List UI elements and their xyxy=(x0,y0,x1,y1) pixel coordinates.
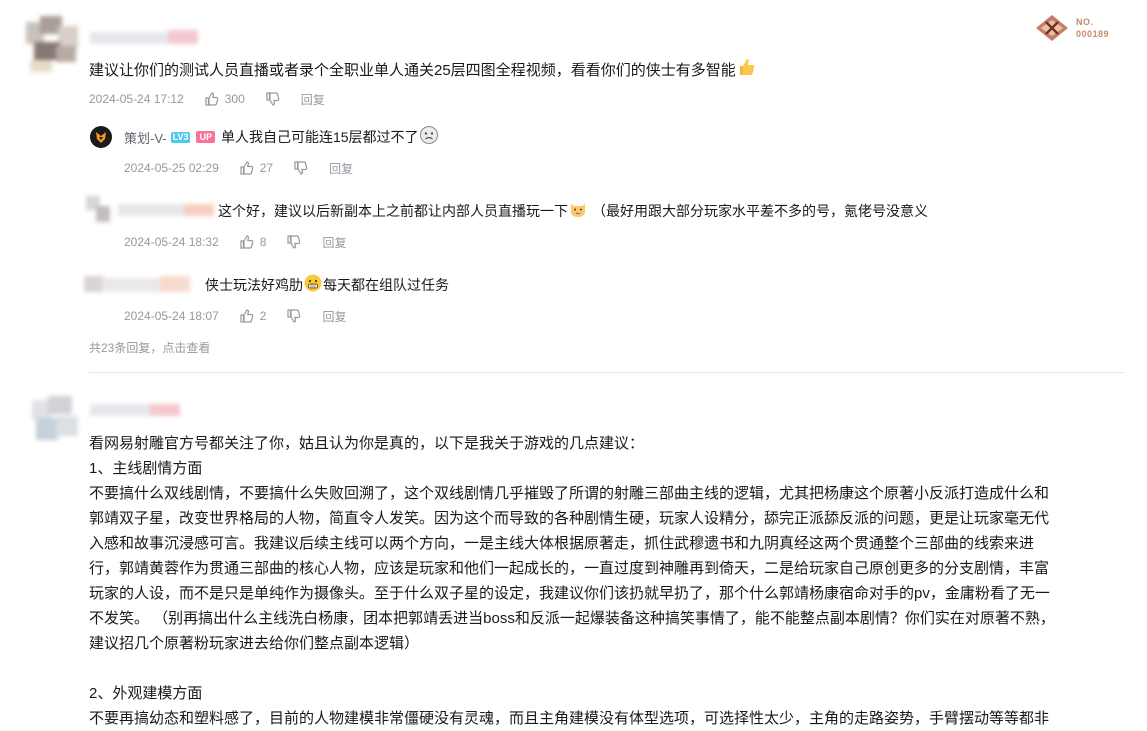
reply-button[interactable]: 回复 xyxy=(329,160,353,177)
dislike-icon xyxy=(287,235,301,249)
reply-meta: 2024-05-24 18:32 8 回复 xyxy=(124,233,346,251)
comment-line: 2、外观建模方面 xyxy=(89,685,203,702)
level-badge: LV3 xyxy=(170,131,191,143)
reply-date: 2024-05-24 18:07 xyxy=(124,309,219,323)
avatar[interactable] xyxy=(90,126,112,148)
avatar[interactable] xyxy=(26,16,78,72)
comment-line xyxy=(89,656,1055,681)
dislike-icon xyxy=(266,92,280,106)
comment-body: 看网易射雕官方号都关注了你，姑且认为你是真的，以下是我关于游戏的几点建议： 1、… xyxy=(89,431,1055,731)
dislike-button[interactable] xyxy=(286,308,302,324)
like-icon xyxy=(240,161,254,175)
reply-text-continued: 每天都在组队过任务 xyxy=(323,277,449,293)
avatar[interactable] xyxy=(86,196,112,226)
reply-username[interactable] xyxy=(118,204,216,218)
like-count: 300 xyxy=(224,92,245,106)
dislike-icon xyxy=(294,161,308,175)
comment-body: 建议让你们的测试人员直播或者录个全职业单人通关25层四图全程视频，看看你们的侠士… xyxy=(89,61,736,79)
dislike-button[interactable] xyxy=(293,160,309,176)
avatar[interactable] xyxy=(32,396,80,446)
comment-line: 玩家的人设，而不是只是单纯作为摄像头。至于什么双子星的设定，我建议你们该扔就早扔… xyxy=(89,585,1050,602)
comment-line: 入感和故事沉浸感可言。我建议后续主线可以两个方向，一是主线大体根据原著走，抓住武… xyxy=(89,535,1035,552)
thumbs-up-icon xyxy=(736,57,756,85)
reply-header: 策划-V- LV3 UP 单人我自己可能连15层都过不了 xyxy=(124,125,439,150)
like-button[interactable]: 300 xyxy=(204,91,245,107)
reply-username[interactable]: 策划-V- xyxy=(124,128,167,147)
comment-date: 2024-05-24 17:12 xyxy=(89,92,184,106)
cat-face-icon xyxy=(568,199,588,224)
comment-line: 行，郭靖黄蓉作为贯通三部曲的核心人物，应该是玩家和他们一起成长的，一直过度到神雕… xyxy=(89,560,1050,577)
sad-face-icon xyxy=(419,125,439,150)
comment-line: 郭靖双子星，改变世界格局的人物，简直令人发笑。因为这个而导致的各种剧情生硬，玩家… xyxy=(89,510,1050,527)
badge-line1: NO. xyxy=(1076,17,1094,27)
reply-date: 2024-05-24 18:32 xyxy=(124,235,219,249)
reply-meta: 2024-05-24 18:07 2 回复 xyxy=(124,307,346,325)
reply-meta: 2024-05-25 02:29 27 回复 xyxy=(124,159,353,177)
reply-button[interactable]: 回复 xyxy=(322,308,346,325)
badge-line2: 000189 xyxy=(1076,29,1110,39)
comment-line: 看网易射雕官方号都关注了你，姑且认为你是真的，以下是我关于游戏的几点建议： xyxy=(89,435,645,452)
dislike-button[interactable] xyxy=(265,91,281,107)
comment-line: 不要再搞幼态和塑料感了，目前的人物建模非常僵硬没有灵魂，而且主角建模没有体型选项… xyxy=(89,710,1050,727)
reply-text: 侠士玩法好鸡肋 xyxy=(205,277,303,293)
reply-text: 这个好，建议以后新副本上之前都让内部人员直播玩一下 xyxy=(218,203,568,219)
like-button[interactable]: 8 xyxy=(239,234,267,250)
username[interactable] xyxy=(90,30,200,46)
dislike-icon xyxy=(287,309,301,323)
comment-meta: 2024-05-24 17:12 300 回复 xyxy=(89,90,325,108)
like-count: 2 xyxy=(259,309,267,323)
avatar[interactable] xyxy=(84,274,192,296)
fox-logo-icon xyxy=(96,132,106,143)
reply-text-continued: （最好用跟大部分玩家水平差不多的号，氪佬号没意义 xyxy=(592,203,928,219)
reply-text: 单人我自己可能连15层都过不了 xyxy=(220,129,419,145)
like-button[interactable]: 2 xyxy=(239,308,267,324)
reply-content: 这个好，建议以后新副本上之前都让内部人员直播玩一下 （最好用跟大部分玩家水平差不… xyxy=(218,199,928,223)
comment-text: 建议让你们的测试人员直播或者录个全职业单人通关25层四图全程视频，看看你们的侠士… xyxy=(89,57,756,85)
comment-line: 建议招几个原著粉玩家进去给你们整点副本逻辑） xyxy=(89,635,420,652)
comment-line: 1、主线剧情方面 xyxy=(89,460,203,477)
like-count: 27 xyxy=(259,161,274,175)
dislike-button[interactable] xyxy=(286,234,302,250)
username[interactable] xyxy=(90,404,182,418)
reply-button[interactable]: 回复 xyxy=(301,91,325,108)
reply-button[interactable]: 回复 xyxy=(322,234,346,251)
like-icon xyxy=(240,309,254,323)
grimace-face-icon xyxy=(303,273,323,298)
like-button[interactable]: 27 xyxy=(239,160,273,176)
fan-badge: NO. 000189 xyxy=(1034,14,1118,44)
view-more-replies-link[interactable]: 共23条回复，点击查看 xyxy=(89,339,210,356)
comment-line: 不要搞什么双线剧情，不要搞什么失败回溯了，这个双线剧情几乎摧毁了所谓的射雕三部曲… xyxy=(89,485,1050,502)
comment-line: 不发笑。 （别再搞出什么主线洗白杨康，团本把郭靖丢进当boss和反派一起爆装备这… xyxy=(89,610,1055,627)
divider xyxy=(89,372,1124,373)
fan-badge-icon xyxy=(1036,15,1068,41)
like-count: 8 xyxy=(259,235,267,249)
like-icon xyxy=(240,235,254,249)
reply-content: 侠士玩法好鸡肋 每天都在组队过任务 xyxy=(205,273,449,297)
up-badge: UP xyxy=(196,131,215,143)
reply-date: 2024-05-25 02:29 xyxy=(124,161,219,175)
like-icon xyxy=(205,92,219,106)
